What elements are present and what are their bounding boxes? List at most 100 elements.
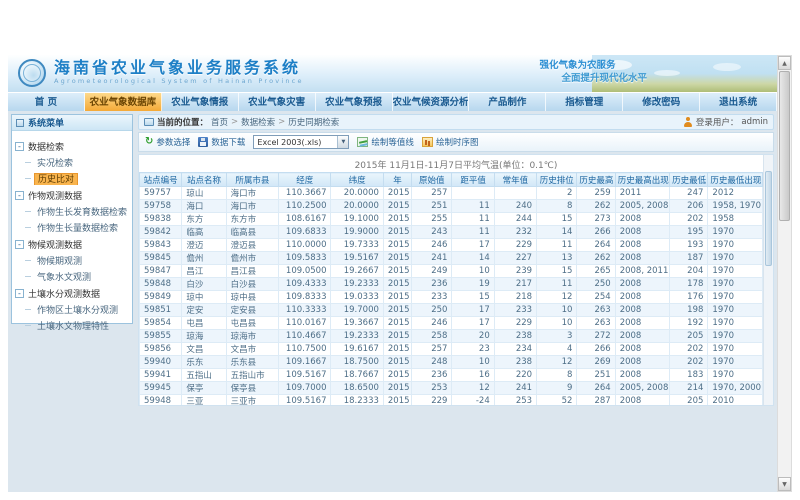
param-select-button[interactable]: ↻ 参数选择 [145, 136, 190, 148]
tree-group-2[interactable]: -物候观测数据 [15, 238, 129, 251]
table-cell: 白沙 [182, 278, 226, 291]
breadcrumb-separator: > [231, 117, 238, 127]
table-cell: 11 [452, 200, 494, 213]
table-cell: 2015 [383, 200, 411, 213]
column-header: 经度 [279, 173, 331, 187]
table-cell: 2 [537, 187, 577, 200]
table-cell: -24 [452, 395, 494, 407]
table-cell: 文昌市 [226, 343, 278, 356]
column-header: 年 [383, 173, 411, 187]
table-cell: 214 [670, 382, 708, 395]
table-cell: 20.0000 [331, 187, 383, 200]
table-cell: 241 [412, 252, 452, 265]
table-cell: 109.6833 [279, 226, 331, 239]
nav-bar: 首 页农业气象数据库农业气象情报农业气象灾害农业气象预报农业气候资源分析产品制作… [8, 92, 777, 111]
tree-item[interactable]: 作物区土壤水分观测 [25, 303, 129, 316]
table-cell: 59941 [140, 369, 182, 382]
page-scrollbar[interactable]: ▲ ▼ [777, 55, 792, 492]
scroll-up-arrow[interactable]: ▲ [778, 56, 791, 70]
chevron-down-icon[interactable]: ▼ [337, 136, 348, 148]
tree-group-1[interactable]: -作物观测数据 [15, 189, 129, 202]
tree-group-0[interactable]: -数据检索 [15, 140, 129, 153]
tree-item[interactable]: 物候期观测 [25, 254, 129, 267]
breadcrumb-link-2[interactable]: 历史同期检索 [288, 116, 339, 128]
table-cell: 1958 [708, 213, 763, 226]
collapse-icon[interactable]: - [15, 289, 24, 298]
table-cell: 三亚 [182, 395, 226, 407]
tree-group-label: 土壤水分观测数据 [28, 287, 100, 300]
table-cell: 19.3667 [331, 317, 383, 330]
table-cell: 257 [412, 343, 452, 356]
draw-contour-button[interactable]: 绘制等值线 [357, 136, 414, 148]
table-cell: 59855 [140, 330, 182, 343]
nav-tab-6[interactable]: 产品制作 [469, 93, 546, 111]
breadcrumb-link-1[interactable]: 数据检索 [241, 116, 275, 128]
table-cell: 264 [577, 382, 615, 395]
collapse-icon[interactable]: - [15, 142, 24, 151]
data-download-button[interactable]: 数据下载 [198, 136, 245, 148]
location-icon [144, 118, 154, 126]
draw-timeseries-button[interactable]: 绘制时序图 [422, 136, 479, 148]
table-cell: 屯昌县 [226, 317, 278, 330]
table-cell: 253 [412, 382, 452, 395]
table-cell: 2008 [615, 395, 669, 407]
nav-tab-3[interactable]: 农业气象灾害 [239, 93, 316, 111]
table-cell: 19.0333 [331, 291, 383, 304]
app-window: 海南省农业气象业务服务系统 Agrometeorological System … [8, 55, 777, 492]
tree-group-3[interactable]: -土壤水分观测数据 [15, 287, 129, 300]
nav-tab-0[interactable]: 首 页 [8, 93, 85, 111]
nav-tab-8[interactable]: 修改密码 [623, 93, 700, 111]
table-cell: 192 [670, 317, 708, 330]
breadcrumb-separator: > [278, 117, 285, 127]
table-row: 59842临高临高县109.683319.9000201524311232142… [140, 226, 763, 239]
table-cell: 8 [537, 369, 577, 382]
nav-tab-4[interactable]: 农业气象预报 [316, 93, 393, 111]
table-scrollbar[interactable] [763, 155, 773, 405]
breadcrumb-prefix: 当前的位置： [157, 116, 208, 128]
nav-tab-9[interactable]: 退出系统 [700, 93, 777, 111]
table-cell: 2015 [383, 369, 411, 382]
table-cell: 19.2333 [331, 278, 383, 291]
table-cell: 262 [577, 200, 615, 213]
tree-item[interactable]: 实况检索 [25, 156, 129, 169]
tree-item[interactable]: 作物生长发育数据检索 [25, 205, 129, 218]
tree-item[interactable]: 土壤水文物理特性 [25, 319, 129, 332]
table-cell: 59849 [140, 291, 182, 304]
table-cell: 19.2667 [331, 265, 383, 278]
export-format-select[interactable]: Excel 2003(.xls) ▼ [253, 135, 349, 149]
table-cell: 2008 [615, 369, 669, 382]
table-row: 59940乐东乐东县109.166718.7500201524810238122… [140, 356, 763, 369]
timeseries-chart-icon [422, 137, 433, 147]
scroll-down-arrow[interactable]: ▼ [778, 477, 791, 491]
table-cell: 2010 [708, 395, 763, 407]
table-cell: 定安县 [226, 304, 278, 317]
nav-tab-5[interactable]: 农业气候资源分析 [393, 93, 470, 111]
table-cell: 保亭 [182, 382, 226, 395]
collapse-icon[interactable]: - [15, 191, 24, 200]
table-cell: 110.4667 [279, 330, 331, 343]
table-cell: 2008 [615, 291, 669, 304]
tree-item[interactable]: 气象水文观测 [25, 270, 129, 283]
page-scroll-thumb[interactable] [779, 71, 790, 221]
table-cell: 202 [670, 343, 708, 356]
column-header: 常年值 [494, 173, 536, 187]
table-cell: 10 [452, 356, 494, 369]
table-cell: 233 [412, 291, 452, 304]
breadcrumb-link-0[interactable]: 首页 [211, 116, 228, 128]
table-cell: 263 [577, 317, 615, 330]
nav-tab-2[interactable]: 农业气象情报 [162, 93, 239, 111]
login-user-name: admin [741, 117, 768, 127]
column-header: 历史最低 [670, 173, 708, 187]
table-cell: 59758 [140, 200, 182, 213]
table-cell: 110.3333 [279, 304, 331, 317]
collapse-icon[interactable]: - [15, 240, 24, 249]
tree-item[interactable]: 作物生长量数据检索 [25, 221, 129, 234]
table-cell: 临高县 [226, 226, 278, 239]
nav-tab-1[interactable]: 农业气象数据库 [85, 93, 162, 111]
nav-tab-7[interactable]: 指标管理 [546, 93, 623, 111]
table-cell: 266 [577, 226, 615, 239]
table-scroll-thumb[interactable] [765, 171, 772, 266]
table-cell: 232 [494, 226, 536, 239]
tree-item[interactable]: 历史比对 [25, 172, 129, 185]
table-cell: 266 [577, 343, 615, 356]
